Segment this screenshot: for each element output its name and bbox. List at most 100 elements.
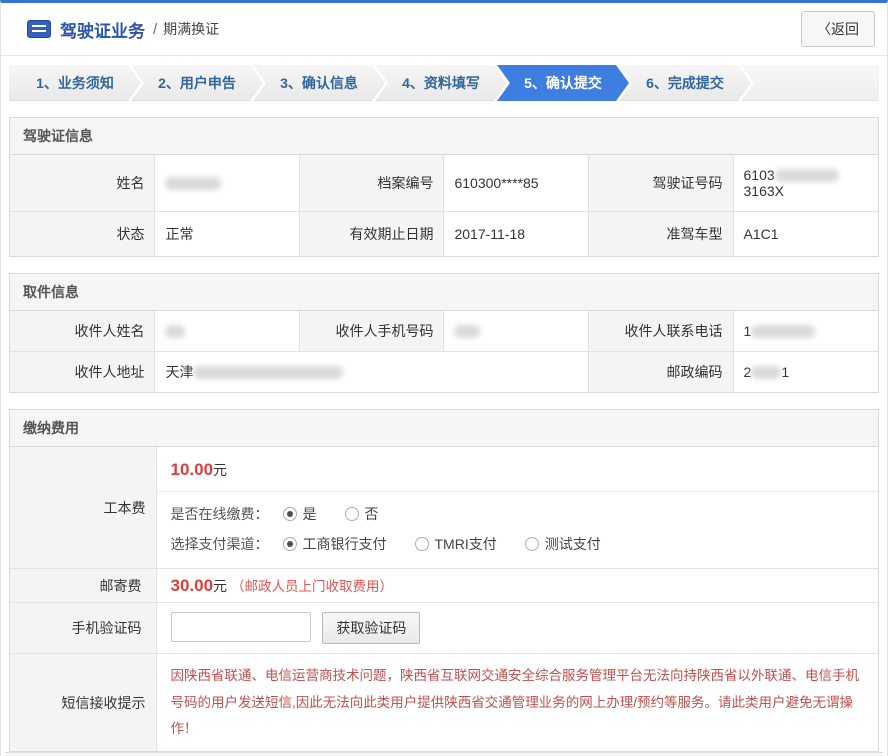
step-6[interactable]: 6、完成提交 [619,65,751,101]
online-pay-option-yes[interactable]: 是 [283,504,317,524]
option-label: 否 [365,504,379,524]
name-label: 姓名 [10,155,155,212]
fees-title: 缴纳费用 [10,410,878,447]
step-1[interactable]: 1、业务须知 [9,65,141,101]
pay-channel-option-test[interactable]: 测试支付 [525,534,601,554]
option-label: TMRI支付 [435,534,497,554]
class-label: 准驾车型 [588,212,733,257]
pay-channel-question-line: 选择支付渠道： 工商银行支付 TMRI支付 测试支付 [171,529,865,559]
pay-channel-option-tmri[interactable]: TMRI支付 [415,534,497,554]
expiry-label: 有效期止日期 [299,212,444,257]
post-fee-unit: 元 [213,578,227,594]
file-no-label: 档案编号 [299,155,444,212]
license-no-prefix: 6103 [744,167,775,183]
table-row: 收件人地址 天津 邮政编码 21 [10,352,878,393]
post-fee-label: 邮寄费 [10,569,156,603]
page: 驾驶证业务 / 期满换证 〈返回 1、业务须知 2、用户申告 3、确认信息 4、… [0,0,888,756]
post-fee-amount: 30.00 [171,576,214,595]
license-no-value: 61033163X [733,155,878,212]
work-fee-unit: 元 [213,462,227,478]
sms-notice-text: 因陕西省联通、电信运营商技术问题，陕西省互联网交通安全综合服务管理平台无法向持陕… [156,654,878,751]
redacted-address [193,366,343,379]
recipient-phone-value: 1 [733,311,878,352]
redacted-recipient-mobile [454,325,480,338]
recipient-name-label: 收件人姓名 [10,311,155,352]
breadcrumb-current: 期满换证 [163,19,219,39]
get-captcha-button[interactable]: 获取验证码 [322,612,420,644]
license-info-title: 驾驶证信息 [10,118,878,155]
status-value: 正常 [155,212,299,257]
work-fee-label: 工本费 [10,447,156,569]
license-no-label: 驾驶证号码 [588,155,733,212]
step-4[interactable]: 4、资料填写 [375,65,507,101]
radio-icon[interactable] [283,507,297,521]
option-label: 测试支付 [545,534,601,554]
license-info-table: 姓名 档案编号 610300****85 驾驶证号码 61033163X 状态 … [10,155,878,256]
footer-bar: 上一步 完成 [5,752,883,756]
address-label: 收件人地址 [10,352,155,393]
table-row: 姓名 档案编号 610300****85 驾驶证号码 61033163X [10,155,878,212]
captcha-input[interactable] [171,612,311,642]
work-fee-row: 工本费 10.00元 是否在线缴费： 是 否 选择支付渠道： 工商银行支付 [10,447,878,569]
radio-icon[interactable] [525,537,539,551]
radio-icon[interactable] [345,507,359,521]
status-label: 状态 [10,212,155,257]
post-fee-content: 30.00元 （邮政人员上门收取费用） [156,569,878,603]
pickup-info-title: 取件信息 [10,274,878,311]
radio-icon[interactable] [283,537,297,551]
radio-icon[interactable] [415,537,429,551]
back-button[interactable]: 〈返回 [801,11,875,47]
pay-channel-option-icbc[interactable]: 工商银行支付 [283,534,387,554]
work-fee-amount: 10.00 [171,460,214,479]
post-fee-note: （邮政人员上门收取费用） [231,579,393,594]
work-fee-amount-line: 10.00元 [157,447,879,492]
license-info-section: 驾驶证信息 姓名 档案编号 610300****85 驾驶证号码 6103316… [9,117,879,257]
redacted-license-no [775,169,839,182]
recipient-phone-prefix: 1 [744,323,752,339]
captcha-content: 获取验证码 [156,603,878,654]
captcha-label: 手机验证码 [10,603,156,654]
page-title: 驾驶证业务 [60,17,145,42]
redacted-postcode [751,366,781,379]
table-row: 状态 正常 有效期止日期 2017-11-18 准驾车型 A1C1 [10,212,878,257]
option-label: 工商银行支付 [303,534,387,554]
postcode-value: 21 [733,352,878,393]
redacted-recipient-phone [751,325,815,338]
postcode-prefix: 2 [744,364,752,380]
recipient-name-value [155,311,299,352]
fees-table: 工本费 10.00元 是否在线缴费： 是 否 选择支付渠道： 工商银行支付 [10,447,878,751]
payment-options: 是否在线缴费： 是 否 选择支付渠道： 工商银行支付 TMRI支付 测试支付 [157,492,879,568]
step-3[interactable]: 3、确认信息 [253,65,385,101]
expiry-value: 2017-11-18 [444,212,588,257]
address-value: 天津 [155,352,588,393]
pickup-info-section: 取件信息 收件人姓名 收件人手机号码 收件人联系电话 1 收件人地址 天津 邮政… [9,273,879,393]
work-fee-content: 10.00元 是否在线缴费： 是 否 选择支付渠道： 工商银行支付 TMRI支付 [156,447,878,569]
recipient-mobile-label: 收件人手机号码 [299,311,444,352]
online-pay-option-no[interactable]: 否 [345,504,379,524]
recipient-phone-label: 收件人联系电话 [588,311,733,352]
redacted-recipient-name [165,325,185,338]
redacted-name [165,177,221,190]
step-2[interactable]: 2、用户申告 [131,65,263,101]
fees-section: 缴纳费用 工本费 10.00元 是否在线缴费： 是 否 选择支 [9,409,879,752]
postcode-label: 邮政编码 [588,352,733,393]
step-bar-filler [741,65,879,101]
breadcrumb-separator: / [153,21,157,38]
table-row: 收件人姓名 收件人手机号码 收件人联系电话 1 [10,311,878,352]
license-no-suffix: 3163X [744,183,784,199]
address-prefix: 天津 [165,364,193,380]
file-no-value: 610300****85 [444,155,588,212]
postcode-suffix: 1 [781,364,789,380]
form-list-icon [27,20,51,38]
name-value [155,155,299,212]
class-value: A1C1 [733,212,878,257]
recipient-mobile-value [444,311,588,352]
step-5[interactable]: 5、确认提交 [497,65,629,101]
sms-notice-row: 短信接收提示 因陕西省联通、电信运营商技术问题，陕西省互联网交通安全综合服务管理… [10,654,878,751]
pay-channel-question: 选择支付渠道： [171,534,269,554]
online-pay-question-line: 是否在线缴费： 是 否 [171,499,865,529]
header: 驾驶证业务 / 期满换证 〈返回 [1,3,887,56]
pickup-info-table: 收件人姓名 收件人手机号码 收件人联系电话 1 收件人地址 天津 邮政编码 21 [10,311,878,392]
captcha-row: 手机验证码 获取验证码 [10,603,878,654]
post-fee-row: 邮寄费 30.00元 （邮政人员上门收取费用） [10,569,878,603]
